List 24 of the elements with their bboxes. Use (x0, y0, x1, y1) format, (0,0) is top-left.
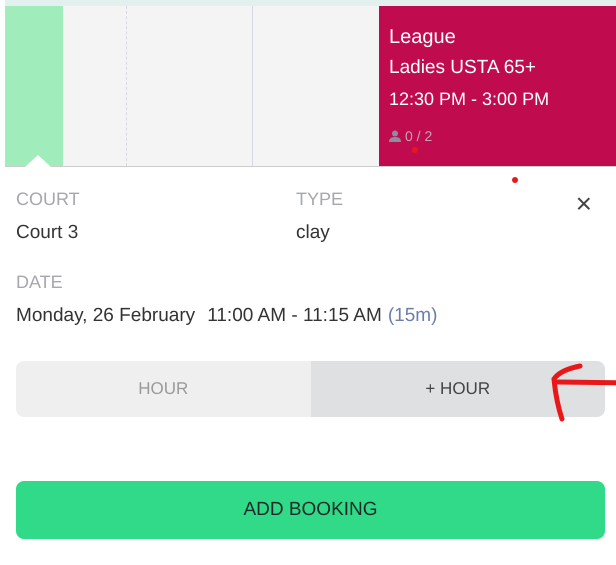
calendar-slot[interactable] (253, 6, 379, 166)
close-button[interactable]: × (568, 189, 600, 219)
popup-pointer (25, 155, 51, 167)
field-label: COURT (16, 189, 81, 210)
event-category: League (389, 26, 457, 49)
duration-button[interactable]: + HOUR (310, 361, 605, 417)
field-value: clay (296, 222, 331, 244)
field-label: TYPE (296, 189, 344, 210)
calendar-slot[interactable] (63, 6, 127, 166)
attendee-count: 0 / 2 (405, 128, 432, 144)
calendar-slot[interactable] (5, 6, 63, 166)
field-label: DATE (16, 272, 64, 293)
duration-text: (15m) (388, 305, 438, 327)
event-title: Ladies USTA 65+ (389, 57, 537, 79)
date-value: Monday, 26 February (16, 305, 196, 327)
event-time: 12:30 PM - 3:00 PM (389, 89, 550, 110)
annotation-dot (412, 147, 418, 153)
time-range: 11:00 AM - 11:15 AM (207, 305, 382, 327)
calendar-slot[interactable] (127, 6, 253, 166)
field-value: Court 3 (16, 222, 80, 244)
add-booking-button[interactable]: ADD BOOKING (16, 481, 605, 539)
annotation-dot (512, 177, 518, 183)
person-icon (389, 130, 401, 142)
event-card[interactable]: League Ladies USTA 65+ 12:30 PM - 3:00 PM 0 / 2 (379, 6, 616, 166)
